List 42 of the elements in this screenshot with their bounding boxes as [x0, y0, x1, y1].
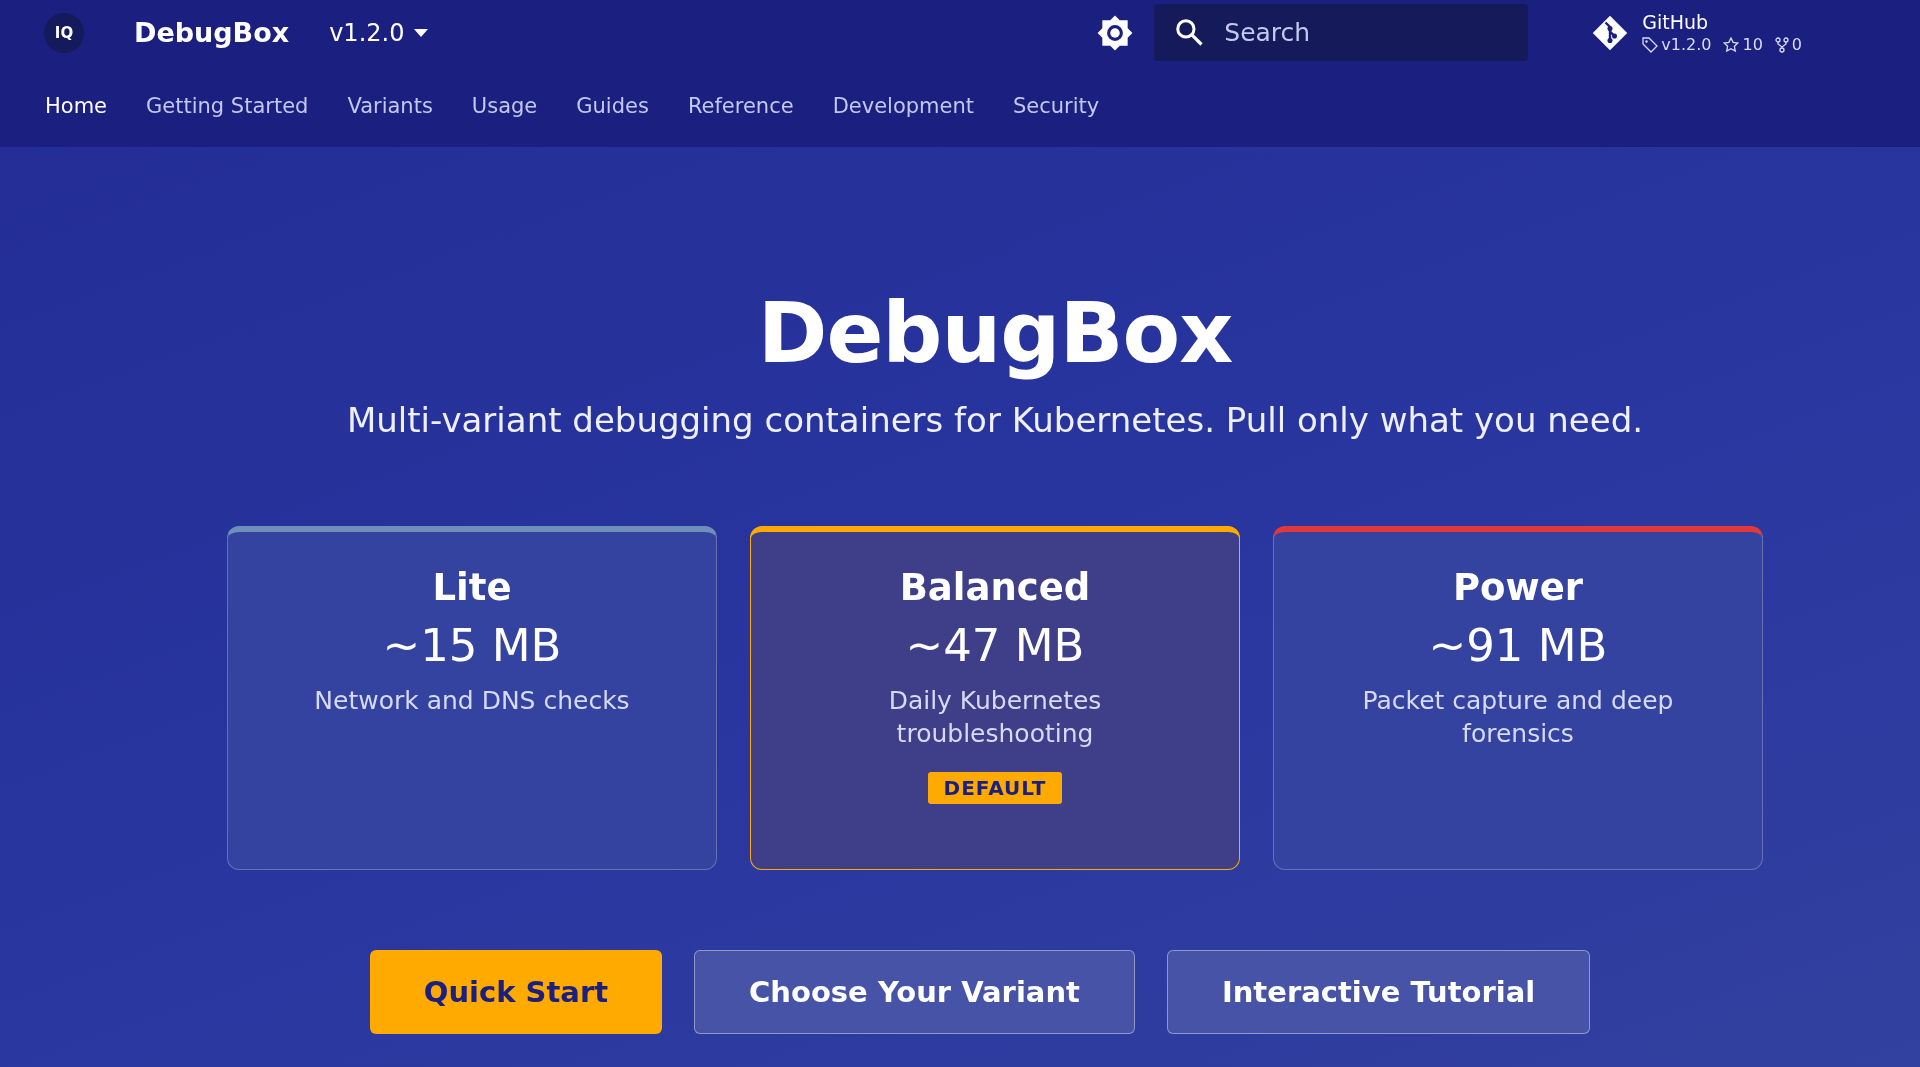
nav-tab[interactable]: Variants: [347, 94, 433, 118]
version-dropdown[interactable]: v1.2.0: [329, 18, 429, 47]
star-icon: [1723, 36, 1740, 53]
nav-tab[interactable]: Reference: [687, 94, 794, 118]
site-title[interactable]: DebugBox: [134, 17, 290, 48]
brightness-icon[interactable]: [1096, 13, 1135, 52]
release-version: v1.2.0: [1661, 35, 1712, 54]
nav-tab[interactable]: Guides: [576, 94, 649, 118]
variant-description: Daily Kubernetes troubleshooting: [887, 685, 1103, 750]
variant-card[interactable]: Power ~91 MB Packet capture and deep forensics: [1273, 526, 1763, 870]
secondary-button[interactable]: Choose Your Variant: [694, 950, 1135, 1034]
variant-size: ~47 MB: [905, 619, 1085, 672]
primary-button[interactable]: Quick Start: [369, 950, 663, 1034]
nav-tab[interactable]: Security: [1013, 94, 1100, 118]
variant-name: Power: [1452, 566, 1584, 609]
variant-name: Lite: [432, 566, 512, 609]
search-icon: [1174, 17, 1205, 47]
default-badge: DEFAULT: [927, 772, 1063, 804]
repository-link[interactable]: GitHub v1.2.0 10 0: [1592, 11, 1802, 54]
variant-description: Packet capture and deep forensics: [1361, 685, 1675, 750]
nav-tab[interactable]: Home: [45, 94, 107, 118]
variant-size: ~15 MB: [382, 619, 562, 672]
variant-description: Network and DNS checks: [313, 685, 631, 717]
nav-tab[interactable]: Development: [832, 94, 974, 118]
hero-title: DebugBox: [757, 284, 1233, 382]
variant-name: Balanced: [899, 566, 1091, 609]
logo[interactable]: IQ: [44, 12, 84, 53]
hero-subtitle: Multi-variant debugging containers for Kubernetes. Pull only what you need.: [346, 400, 1644, 440]
caret-icon: [414, 28, 429, 37]
fork-icon: [1774, 36, 1789, 53]
nav-tab[interactable]: Usage: [471, 94, 538, 118]
git-icon: [1592, 14, 1629, 51]
variant-card[interactable]: Balanced ~47 MB Daily Kubernetes troubleshooting DEFAULT: [750, 526, 1240, 870]
secondary-button[interactable]: Interactive Tutorial: [1166, 950, 1591, 1034]
variant-size: ~91 MB: [1428, 619, 1608, 672]
fork-count: 0: [1791, 35, 1802, 54]
repository-name: GitHub: [1642, 11, 1710, 33]
tag-icon: [1642, 36, 1659, 53]
variant-card[interactable]: Lite ~15 MB Network and DNS checks: [227, 526, 717, 870]
star-count: 10: [1742, 35, 1763, 54]
nav-tab[interactable]: Getting Started: [146, 94, 309, 118]
search-field[interactable]: Search: [1154, 4, 1529, 61]
